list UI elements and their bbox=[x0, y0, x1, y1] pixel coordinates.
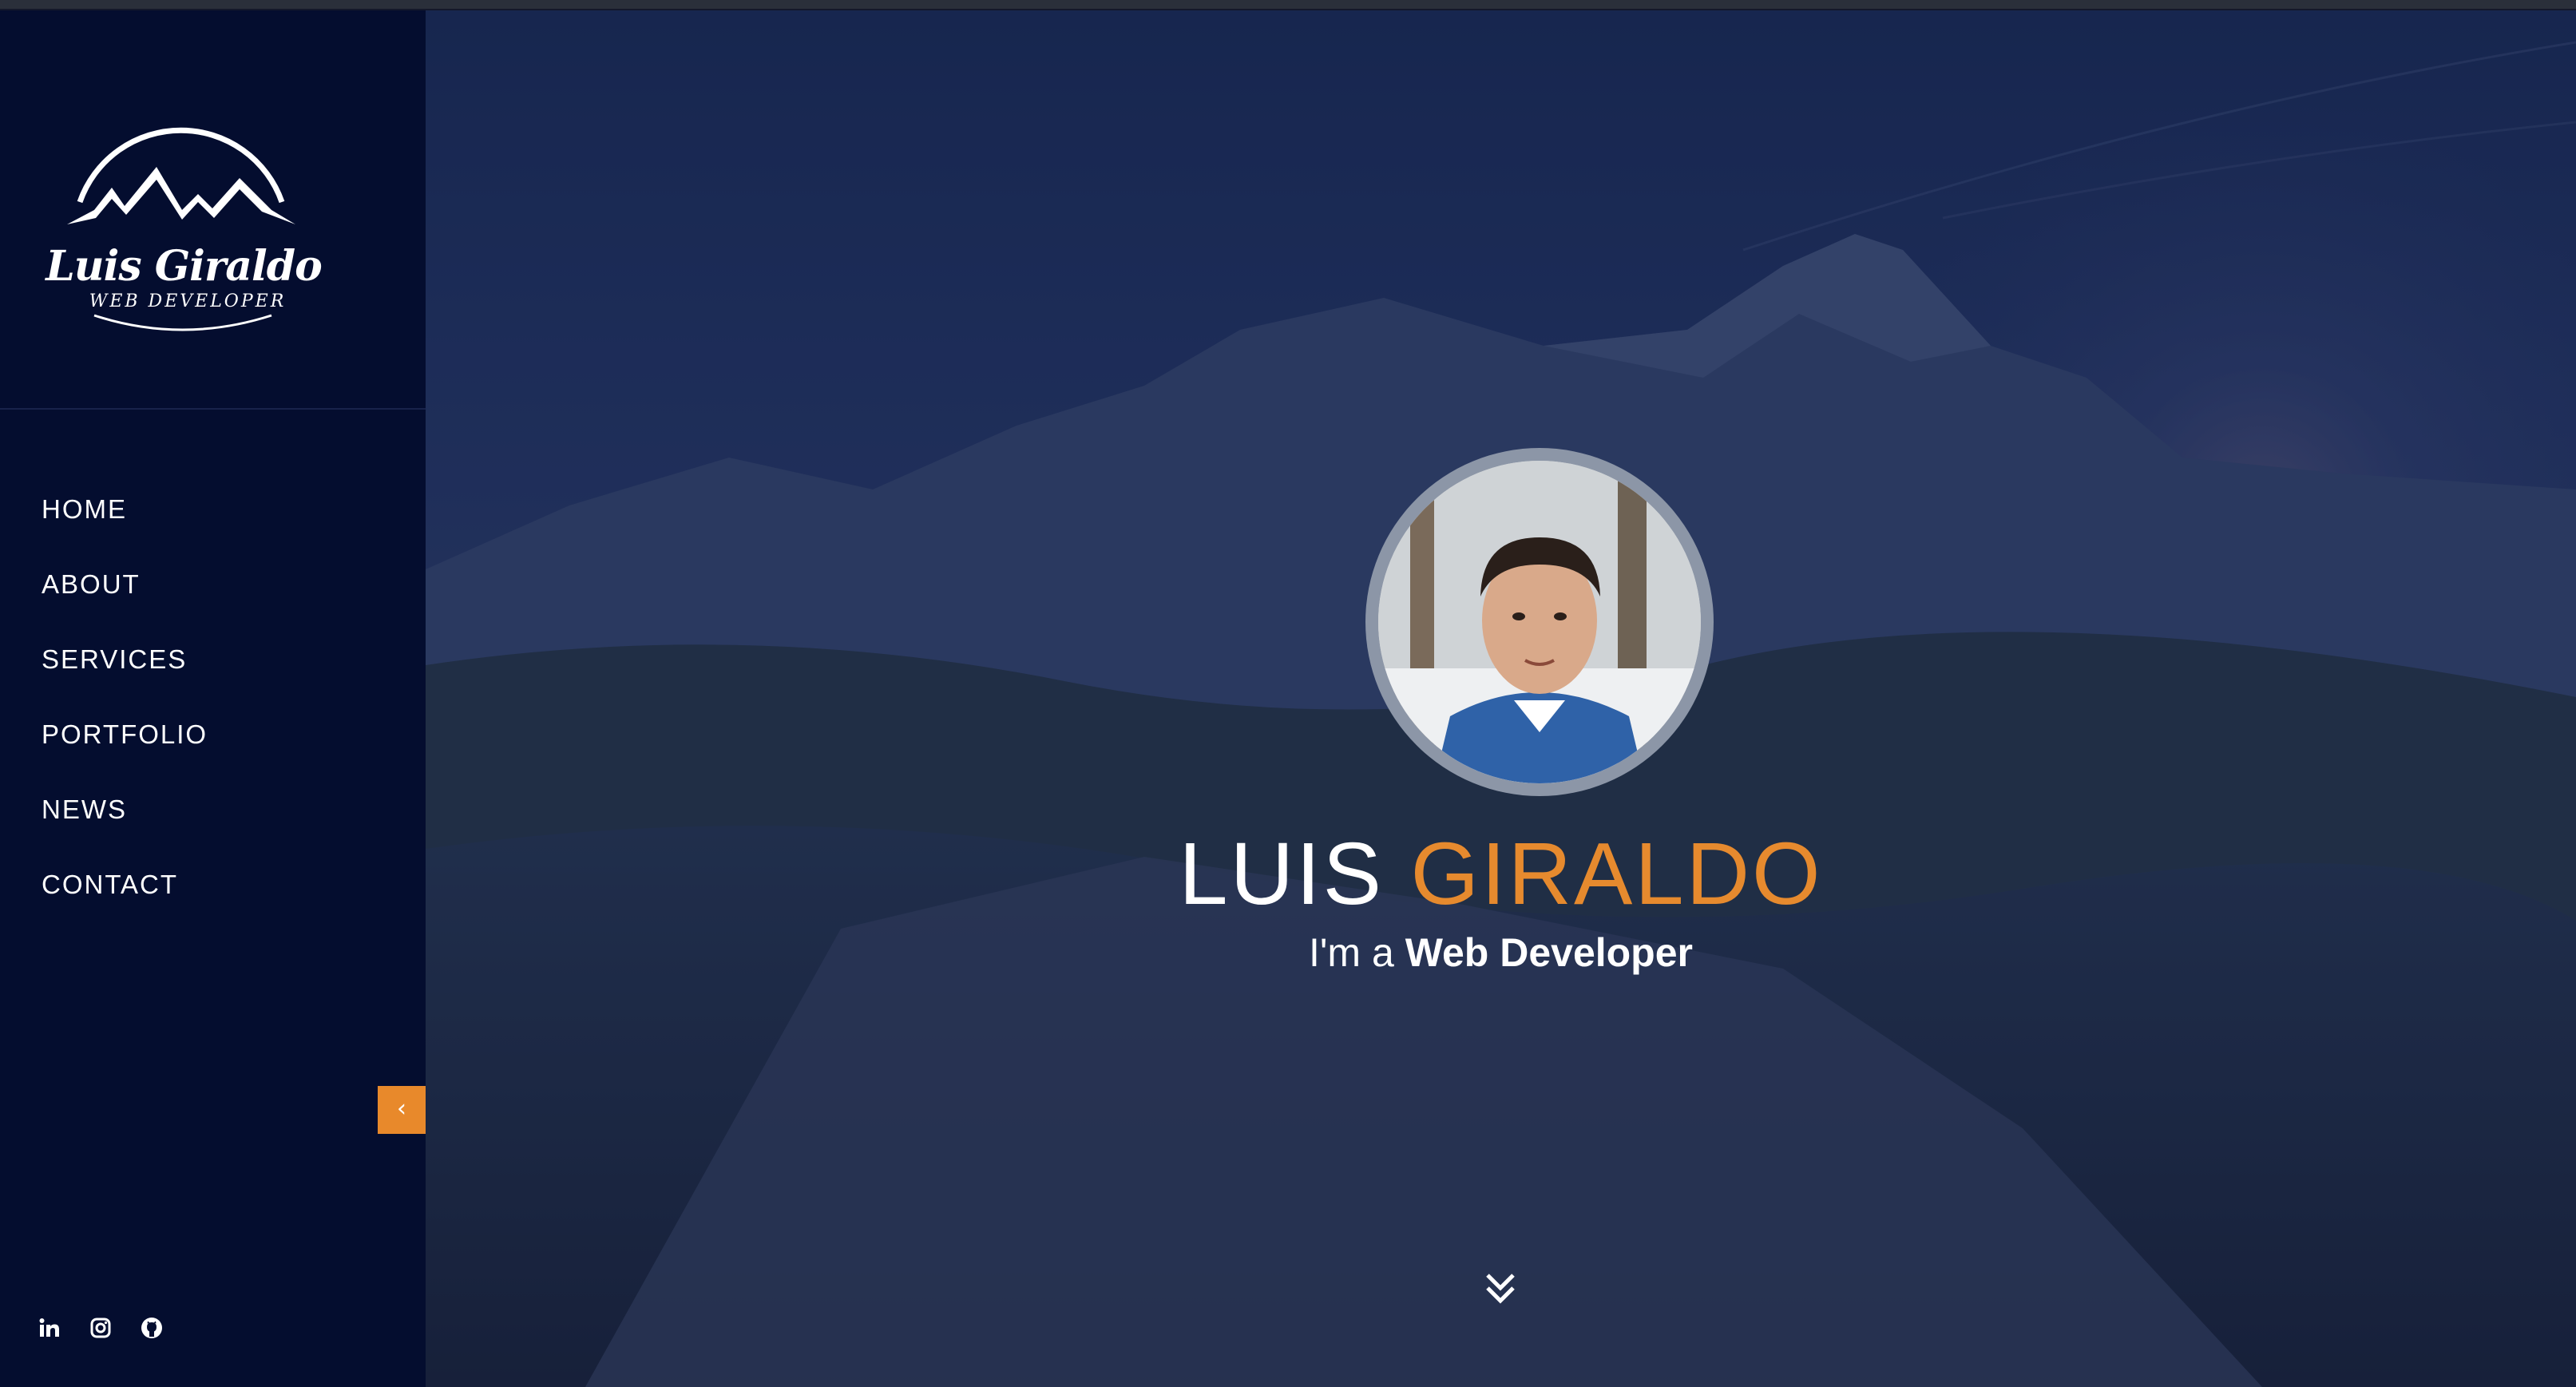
hero-intro: I'm a bbox=[1308, 930, 1394, 975]
chevron-left-icon: ‹ bbox=[397, 1095, 406, 1123]
profile-photo bbox=[1378, 461, 1701, 783]
nav-item-services[interactable]: SERVICES bbox=[42, 640, 208, 715]
github-icon[interactable] bbox=[139, 1315, 164, 1341]
window-top-strip bbox=[0, 0, 2576, 10]
nav-item-about[interactable]: ABOUT bbox=[42, 565, 208, 640]
logo-tagline: WEB DEVELOPER bbox=[89, 291, 287, 311]
instagram-icon[interactable] bbox=[88, 1315, 113, 1341]
social-links bbox=[37, 1304, 190, 1352]
hero-subtitle: I'm a Web Developer bbox=[426, 927, 2576, 978]
hero-title: LUIS GIRALDO bbox=[426, 818, 2576, 930]
nav-item-news[interactable]: NEWS bbox=[42, 790, 208, 865]
nav-item-portfolio[interactable]: PORTFOLIO bbox=[42, 715, 208, 790]
sidebar-collapse-button[interactable]: ‹ bbox=[378, 1086, 426, 1134]
hero-role: Web Developer bbox=[1405, 930, 1693, 975]
main-nav: HOME ABOUT SERVICES PORTFOLIO NEWS CONTA… bbox=[42, 489, 208, 940]
logo[interactable]: Luis Giraldo WEB DEVELOPER bbox=[0, 10, 426, 410]
linkedin-icon[interactable] bbox=[37, 1315, 62, 1341]
nav-item-home[interactable]: HOME bbox=[42, 489, 208, 565]
nav-item-contact[interactable]: CONTACT bbox=[42, 865, 208, 940]
hero-last-name: GIRALDO bbox=[1410, 825, 1823, 923]
hero-first-name: LUIS bbox=[1179, 825, 1384, 923]
double-chevron-down-icon[interactable] bbox=[1484, 1270, 1516, 1307]
logo-name: Luis Giraldo bbox=[46, 242, 323, 291]
hero-section: LUIS GIRALDO I'm a Web Developer bbox=[426, 10, 2576, 1387]
avatar bbox=[1365, 448, 1714, 796]
sidebar: Luis Giraldo WEB DEVELOPER HOME ABOUT SE… bbox=[0, 10, 426, 1387]
